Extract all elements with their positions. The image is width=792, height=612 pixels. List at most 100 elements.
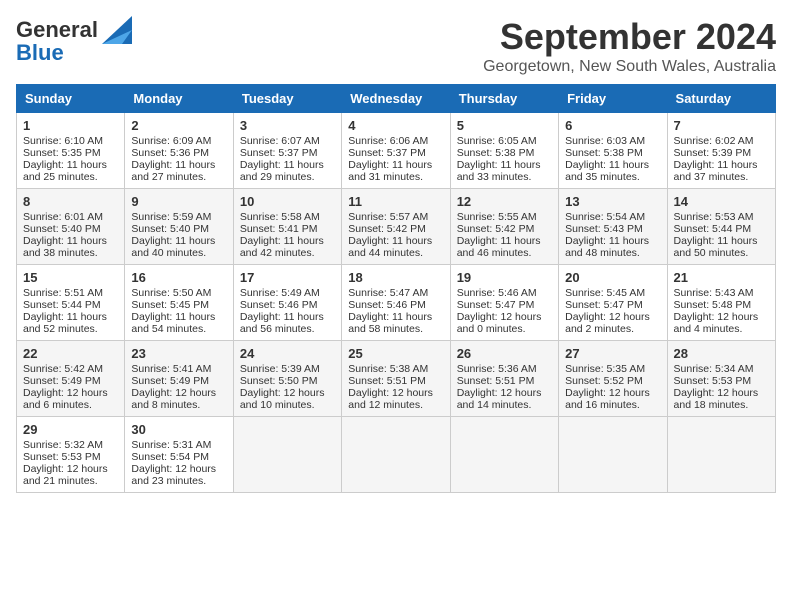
sunrise-text: Sunrise: 5:41 AM (131, 363, 211, 375)
sunset-text: Sunset: 5:51 PM (457, 375, 535, 387)
calendar-cell: 9 Sunrise: 5:59 AM Sunset: 5:40 PM Dayli… (125, 189, 233, 265)
sunrise-text: Sunrise: 5:35 AM (565, 363, 645, 375)
day-number: 27 (565, 346, 660, 361)
day-number: 20 (565, 270, 660, 285)
calendar-week-row: 29 Sunrise: 5:32 AM Sunset: 5:53 PM Dayl… (17, 417, 776, 493)
daylight-text: Daylight: 11 hours and 38 minutes. (23, 235, 107, 259)
daylight-text: Daylight: 11 hours and 40 minutes. (131, 235, 215, 259)
calendar-cell (559, 417, 667, 493)
day-number: 19 (457, 270, 552, 285)
sunrise-text: Sunrise: 6:07 AM (240, 135, 320, 147)
sunrise-text: Sunrise: 6:05 AM (457, 135, 537, 147)
sunset-text: Sunset: 5:45 PM (131, 299, 209, 311)
day-header-monday: Monday (125, 85, 233, 113)
day-number: 4 (348, 118, 443, 133)
calendar-week-row: 22 Sunrise: 5:42 AM Sunset: 5:49 PM Dayl… (17, 341, 776, 417)
logo-general: General (16, 17, 98, 42)
calendar-cell: 2 Sunrise: 6:09 AM Sunset: 5:36 PM Dayli… (125, 113, 233, 189)
calendar-cell: 23 Sunrise: 5:41 AM Sunset: 5:49 PM Dayl… (125, 341, 233, 417)
day-number: 14 (674, 194, 769, 209)
daylight-text: Daylight: 12 hours and 18 minutes. (674, 387, 759, 411)
sunset-text: Sunset: 5:47 PM (565, 299, 643, 311)
sunset-text: Sunset: 5:47 PM (457, 299, 535, 311)
logo: General Blue (16, 16, 132, 66)
daylight-text: Daylight: 11 hours and 50 minutes. (674, 235, 758, 259)
daylight-text: Daylight: 12 hours and 14 minutes. (457, 387, 542, 411)
page-header: General Blue September 2024 Georgetown, … (16, 16, 776, 76)
calendar-cell: 10 Sunrise: 5:58 AM Sunset: 5:41 PM Dayl… (233, 189, 341, 265)
day-number: 2 (131, 118, 226, 133)
day-number: 23 (131, 346, 226, 361)
sunset-text: Sunset: 5:42 PM (457, 223, 535, 235)
sunrise-text: Sunrise: 5:59 AM (131, 211, 211, 223)
sunrise-text: Sunrise: 5:36 AM (457, 363, 537, 375)
day-number: 3 (240, 118, 335, 133)
daylight-text: Daylight: 11 hours and 27 minutes. (131, 159, 215, 183)
month-title: September 2024 (483, 16, 776, 58)
daylight-text: Daylight: 11 hours and 58 minutes. (348, 311, 432, 335)
logo-icon (102, 16, 132, 44)
sunrise-text: Sunrise: 5:32 AM (23, 439, 103, 451)
sunrise-text: Sunrise: 5:53 AM (674, 211, 754, 223)
day-header-wednesday: Wednesday (342, 85, 450, 113)
daylight-text: Daylight: 11 hours and 33 minutes. (457, 159, 541, 183)
daylight-text: Daylight: 12 hours and 4 minutes. (674, 311, 759, 335)
daylight-text: Daylight: 12 hours and 23 minutes. (131, 463, 216, 487)
calendar-cell: 24 Sunrise: 5:39 AM Sunset: 5:50 PM Dayl… (233, 341, 341, 417)
day-number: 8 (23, 194, 118, 209)
sunset-text: Sunset: 5:49 PM (23, 375, 101, 387)
day-number: 18 (348, 270, 443, 285)
day-number: 13 (565, 194, 660, 209)
sunrise-text: Sunrise: 5:31 AM (131, 439, 211, 451)
daylight-text: Daylight: 12 hours and 10 minutes. (240, 387, 325, 411)
sunset-text: Sunset: 5:51 PM (348, 375, 426, 387)
sunrise-text: Sunrise: 5:38 AM (348, 363, 428, 375)
daylight-text: Daylight: 12 hours and 0 minutes. (457, 311, 542, 335)
sunset-text: Sunset: 5:40 PM (23, 223, 101, 235)
daylight-text: Daylight: 11 hours and 56 minutes. (240, 311, 324, 335)
day-number: 7 (674, 118, 769, 133)
calendar-cell: 3 Sunrise: 6:07 AM Sunset: 5:37 PM Dayli… (233, 113, 341, 189)
day-header-thursday: Thursday (450, 85, 558, 113)
sunset-text: Sunset: 5:44 PM (674, 223, 752, 235)
calendar-cell: 15 Sunrise: 5:51 AM Sunset: 5:44 PM Dayl… (17, 265, 125, 341)
sunrise-text: Sunrise: 5:51 AM (23, 287, 103, 299)
day-number: 15 (23, 270, 118, 285)
day-number: 21 (674, 270, 769, 285)
sunrise-text: Sunrise: 5:58 AM (240, 211, 320, 223)
daylight-text: Daylight: 12 hours and 21 minutes. (23, 463, 108, 487)
sunset-text: Sunset: 5:53 PM (674, 375, 752, 387)
day-number: 24 (240, 346, 335, 361)
daylight-text: Daylight: 11 hours and 54 minutes. (131, 311, 215, 335)
calendar-week-row: 1 Sunrise: 6:10 AM Sunset: 5:35 PM Dayli… (17, 113, 776, 189)
sunrise-text: Sunrise: 5:57 AM (348, 211, 428, 223)
sunset-text: Sunset: 5:40 PM (131, 223, 209, 235)
daylight-text: Daylight: 11 hours and 52 minutes. (23, 311, 107, 335)
calendar-cell: 28 Sunrise: 5:34 AM Sunset: 5:53 PM Dayl… (667, 341, 775, 417)
day-number: 22 (23, 346, 118, 361)
daylight-text: Daylight: 11 hours and 42 minutes. (240, 235, 324, 259)
daylight-text: Daylight: 12 hours and 12 minutes. (348, 387, 433, 411)
sunset-text: Sunset: 5:48 PM (674, 299, 752, 311)
daylight-text: Daylight: 12 hours and 2 minutes. (565, 311, 650, 335)
sunrise-text: Sunrise: 6:09 AM (131, 135, 211, 147)
sunset-text: Sunset: 5:52 PM (565, 375, 643, 387)
sunset-text: Sunset: 5:39 PM (674, 147, 752, 159)
sunset-text: Sunset: 5:53 PM (23, 451, 101, 463)
calendar-cell: 19 Sunrise: 5:46 AM Sunset: 5:47 PM Dayl… (450, 265, 558, 341)
calendar-cell: 21 Sunrise: 5:43 AM Sunset: 5:48 PM Dayl… (667, 265, 775, 341)
day-header-sunday: Sunday (17, 85, 125, 113)
sunset-text: Sunset: 5:38 PM (457, 147, 535, 159)
calendar-cell: 27 Sunrise: 5:35 AM Sunset: 5:52 PM Dayl… (559, 341, 667, 417)
sunset-text: Sunset: 5:46 PM (348, 299, 426, 311)
sunrise-text: Sunrise: 5:46 AM (457, 287, 537, 299)
daylight-text: Daylight: 12 hours and 8 minutes. (131, 387, 216, 411)
sunset-text: Sunset: 5:44 PM (23, 299, 101, 311)
day-number: 25 (348, 346, 443, 361)
day-number: 6 (565, 118, 660, 133)
calendar-cell: 17 Sunrise: 5:49 AM Sunset: 5:46 PM Dayl… (233, 265, 341, 341)
calendar-cell: 25 Sunrise: 5:38 AM Sunset: 5:51 PM Dayl… (342, 341, 450, 417)
daylight-text: Daylight: 11 hours and 48 minutes. (565, 235, 649, 259)
sunrise-text: Sunrise: 6:01 AM (23, 211, 103, 223)
day-number: 5 (457, 118, 552, 133)
